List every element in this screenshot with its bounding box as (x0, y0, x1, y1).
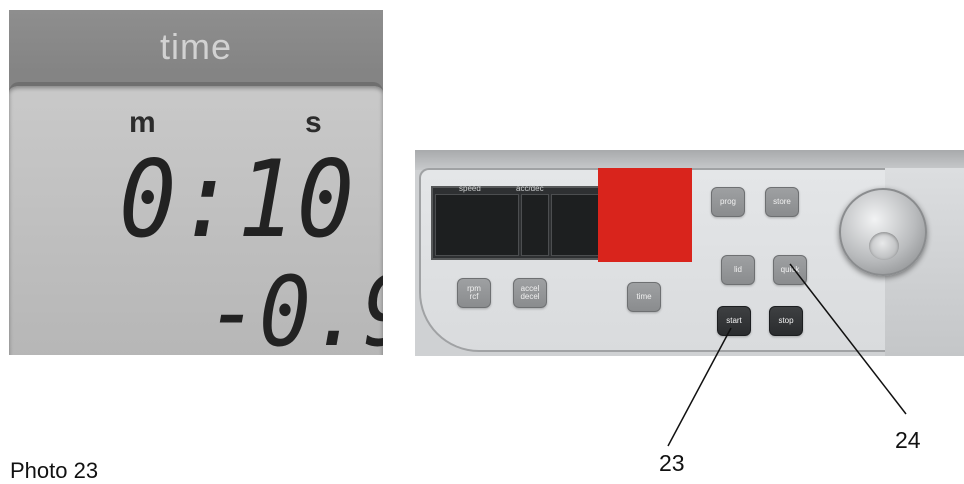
quick-button[interactable]: quick (773, 255, 807, 285)
callout-number-23: 23 (659, 450, 685, 476)
accel-decel-button[interactable]: accel decel (513, 278, 547, 308)
lid-button[interactable]: lid (721, 255, 755, 285)
rpm-rcf-button[interactable]: rpm rcf (457, 278, 491, 308)
control-panel-photo: speed acc/dec rpm rcf accel decel time p… (415, 150, 964, 356)
prog-button[interactable]: prog (711, 187, 745, 217)
time-button[interactable]: time (627, 282, 661, 312)
display-label-accdec: acc/dec (516, 184, 544, 193)
panel-top-band (415, 150, 964, 170)
photo-caption: Photo 23 (10, 458, 99, 483)
start-button[interactable]: start (717, 306, 751, 336)
lcd-photo: time m s 0:10 -0.9 (9, 10, 383, 355)
lcd-time-value: 0:10 (119, 138, 356, 261)
store-button[interactable]: store (765, 187, 799, 217)
rotary-knob[interactable] (839, 188, 927, 276)
knob-dimple (869, 232, 899, 260)
display-segment-extra (551, 194, 601, 256)
lcd-unit-seconds: s (305, 106, 322, 139)
display-label-speed: speed (459, 184, 481, 193)
lcd-sub-value: -0.9 (207, 256, 383, 355)
stop-button[interactable]: stop (769, 306, 803, 336)
lcd-header-label: time (159, 26, 232, 67)
display-segment-accdec (521, 194, 549, 256)
display-segment-speed (435, 194, 519, 256)
redacted-box (598, 168, 692, 262)
callout-number-24: 24 (895, 427, 921, 453)
lcd-unit-minutes: m (129, 106, 156, 139)
